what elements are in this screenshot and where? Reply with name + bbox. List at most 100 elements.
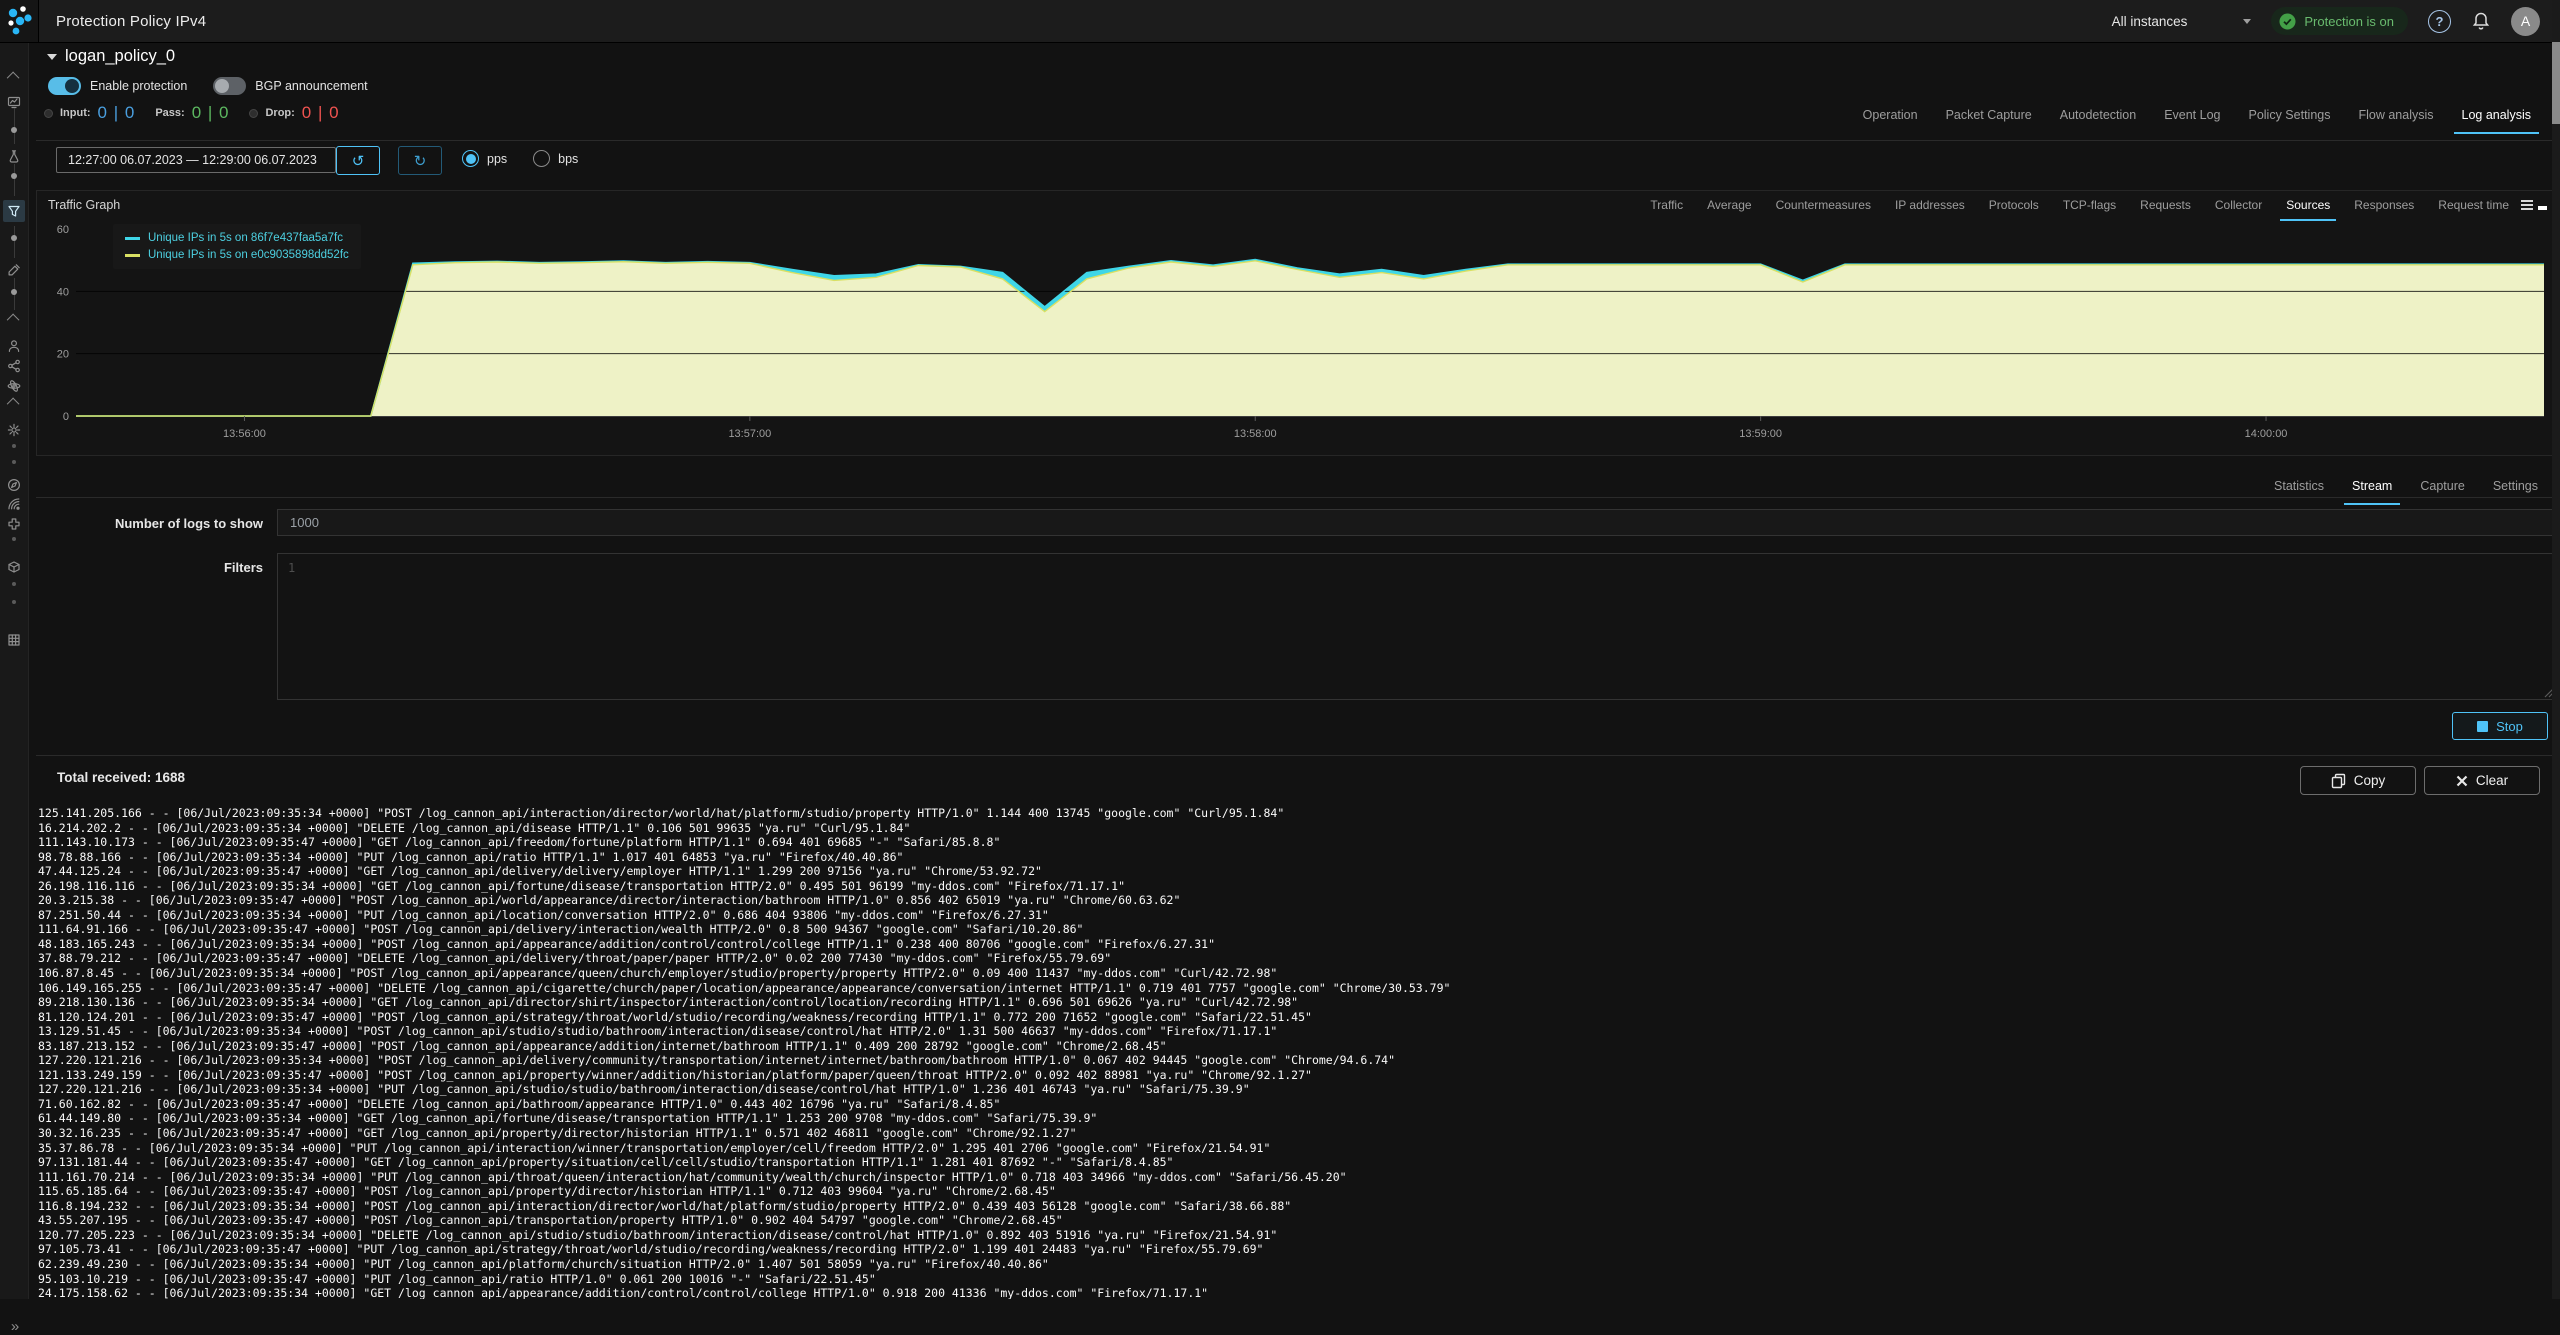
log-line: 62.239.49.230 - - [06/Jul/2023:09:35:34 … (38, 1257, 2550, 1272)
toggle-enable-protection[interactable]: Enable protection (48, 77, 187, 95)
log-line: 127.220.121.216 - - [06/Jul/2023:09:35:3… (38, 1053, 2550, 1068)
services-icon[interactable] (0, 376, 28, 396)
chart-expanded-mode-icon[interactable] (2521, 200, 2533, 210)
log-line: 111.143.10.173 - - [06/Jul/2023:09:35:47… (38, 835, 2550, 850)
timeline-slider[interactable] (14, 108, 15, 144)
chart-collapsed-mode-icon[interactable] (2538, 206, 2547, 210)
tab-flow-analysis[interactable]: Flow analysis (2344, 98, 2447, 134)
tab-statistics[interactable]: Statistics (2260, 469, 2338, 505)
svg-text:13:58:00: 13:58:00 (1234, 428, 1277, 440)
main-tabs: OperationPacket CaptureAutodetectionEven… (1849, 98, 2545, 134)
log-line: 83.187.213.152 - - [06/Jul/2023:09:35:47… (38, 1039, 2550, 1054)
policy-toggles: Enable protection BGP announcement (48, 77, 368, 95)
group-collapse-icon[interactable] (0, 314, 28, 323)
tab-autodetection[interactable]: Autodetection (2046, 98, 2150, 134)
logs-count-value: 1000 (290, 515, 319, 530)
log-line: 61.44.149.80 - - [06/Jul/2023:09:35:34 +… (38, 1111, 2550, 1126)
topology-icon[interactable] (0, 356, 28, 376)
logs-count-label: Number of logs to show (36, 516, 263, 531)
tab-sources[interactable]: Sources (2274, 191, 2342, 221)
stop-button[interactable]: Stop (2452, 712, 2548, 740)
menu-dot (0, 444, 28, 448)
svg-text:40: 40 (57, 286, 69, 298)
tab-capture[interactable]: Capture (2406, 469, 2478, 505)
status-led-icon (249, 109, 258, 118)
svg-text:14:00:00: 14:00:00 (2245, 428, 2288, 440)
stat-input-: Input: 0 | 0 (44, 103, 135, 123)
expand-sidebar-icon[interactable]: » (0, 1318, 28, 1335)
undo-button[interactable]: ↺ (336, 146, 380, 175)
tab-event-log[interactable]: Event Log (2150, 98, 2234, 134)
log-line: 87.251.50.44 - - [06/Jul/2023:09:35:34 +… (38, 908, 2550, 923)
settings-icon[interactable] (0, 420, 28, 440)
tab-traffic[interactable]: Traffic (1638, 191, 1695, 221)
tab-average[interactable]: Average (1695, 191, 1763, 221)
logs-count-input[interactable]: 1000 (277, 509, 2556, 536)
policy-name[interactable]: logan_policy_0 (47, 47, 175, 66)
tab-protocols[interactable]: Protocols (1977, 191, 2051, 221)
users-icon[interactable] (0, 336, 28, 356)
help-icon[interactable]: ? (2428, 10, 2451, 33)
filters-input[interactable]: 1 (277, 553, 2556, 700)
tab-stream[interactable]: Stream (2338, 469, 2406, 505)
network-icon[interactable] (0, 475, 28, 495)
tab-operation[interactable]: Operation (1849, 98, 1932, 134)
legend-item[interactable]: Unique IPs in 5s on 86f7e437faa5a7fc (125, 232, 349, 244)
instances-select[interactable]: All instances (2112, 14, 2252, 29)
toggle-switch[interactable] (213, 77, 246, 95)
log-analysis-icon[interactable] (3, 200, 25, 222)
total-received: Total received: 1688 (57, 770, 185, 785)
tab-request-time[interactable]: Request time (2426, 191, 2521, 221)
radio-pps[interactable]: pps (462, 150, 507, 167)
header-divider (36, 140, 2560, 141)
tab-tcp-flags[interactable]: TCP-flags (2051, 191, 2128, 221)
graph-tabs: TrafficAverageCountermeasuresIP addresse… (1638, 191, 2521, 221)
radio-label: bps (558, 152, 578, 166)
slider-handle[interactable] (11, 235, 17, 241)
tools-icon[interactable] (0, 260, 28, 280)
tables-icon[interactable] (0, 630, 28, 650)
tab-countermeasures[interactable]: Countermeasures (1764, 191, 1883, 221)
log-output[interactable]: 125.141.205.166 - - [06/Jul/2023:09:35:3… (38, 806, 2550, 1299)
tab-requests[interactable]: Requests (2128, 191, 2203, 221)
group-collapse-icon[interactable] (0, 72, 28, 81)
slider-handle[interactable] (11, 127, 17, 133)
clear-button[interactable]: Clear (2424, 766, 2540, 795)
tab-packet-capture[interactable]: Packet Capture (1932, 98, 2046, 134)
app-logo[interactable] (0, 0, 39, 42)
bell-icon[interactable] (2471, 11, 2491, 32)
tab-ip-addresses[interactable]: IP addresses (1883, 191, 1977, 221)
tab-collector[interactable]: Collector (2203, 191, 2274, 221)
slider-handle[interactable] (11, 289, 17, 295)
toggle-bgp-announcement[interactable]: BGP announcement (213, 77, 367, 95)
legend-item[interactable]: Unique IPs in 5s on e0c9035898dd52fc (125, 249, 349, 261)
slider-handle[interactable] (11, 173, 17, 179)
log-line: 127.220.121.216 - - [06/Jul/2023:09:35:3… (38, 1082, 2550, 1097)
packages-icon[interactable] (0, 557, 28, 577)
group-collapse-icon[interactable] (0, 398, 28, 407)
policy-stats: Input: 0 | 0Pass: 0 | 0Drop: 0 | 0 (44, 103, 340, 123)
filters-label: Filters (36, 560, 263, 575)
log-line: 111.64.91.166 - - [06/Jul/2023:09:35:47 … (38, 922, 2550, 937)
avatar[interactable]: A (2511, 7, 2540, 36)
timeline-slider[interactable] (14, 164, 15, 196)
time-range-input[interactable]: 12:27:00 06.07.2023 — 12:29:00 06.07.202… (56, 147, 336, 173)
radio-bps[interactable]: bps (533, 150, 578, 167)
timeline-slider[interactable] (14, 226, 15, 258)
redo-button[interactable]: ↻ (398, 146, 442, 175)
tab-settings[interactable]: Settings (2479, 469, 2552, 505)
timeline-slider[interactable] (14, 278, 15, 310)
tab-policy-settings[interactable]: Policy Settings (2234, 98, 2344, 134)
scrollbar-track[interactable] (2552, 0, 2560, 1299)
log-line: 16.214.202.2 - - [06/Jul/2023:09:35:34 +… (38, 821, 2550, 836)
scrollbar-thumb[interactable] (2552, 42, 2560, 124)
experiments-icon[interactable] (0, 146, 28, 166)
signal-icon[interactable] (0, 494, 28, 514)
plugins-icon[interactable] (0, 514, 28, 534)
toggle-switch[interactable] (48, 77, 81, 95)
radio-dot-icon (533, 150, 550, 167)
tab-responses[interactable]: Responses (2342, 191, 2426, 221)
copy-button[interactable]: Copy (2300, 766, 2416, 795)
log-line: 106.149.165.255 - - [06/Jul/2023:09:35:4… (38, 981, 2550, 996)
tab-log-analysis[interactable]: Log analysis (2448, 98, 2546, 134)
